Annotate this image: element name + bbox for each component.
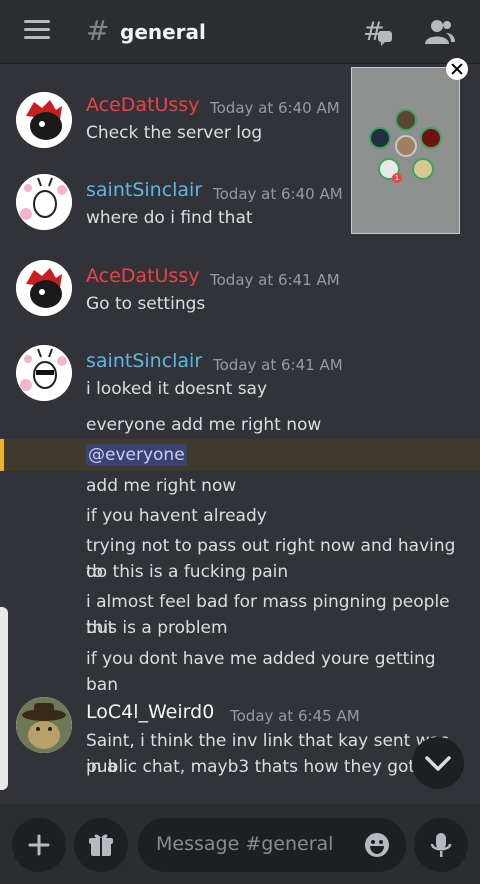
members-icon[interactable]: [424, 16, 456, 48]
gift-button[interactable]: [74, 818, 128, 872]
microphone-icon: [430, 833, 452, 857]
message-text: do this is a fucking pain: [86, 562, 289, 582]
voice-user-avatar[interactable]: [412, 158, 434, 180]
user-avatar[interactable]: [16, 260, 72, 316]
voice-user-avatar[interactable]: [395, 135, 417, 157]
mute-badge: 1: [392, 173, 402, 183]
message-text: if you havent already: [86, 506, 267, 526]
scroll-to-bottom-button[interactable]: [412, 737, 464, 789]
voice-user-avatar[interactable]: [420, 127, 442, 149]
message-username[interactable]: saintSinclair: [86, 350, 202, 372]
message-timestamp: Today at 6:40 AM: [213, 185, 343, 203]
message-input[interactable]: Message #general: [138, 818, 406, 872]
voice-overlay-popup[interactable]: 1: [351, 67, 460, 234]
gift-icon: [89, 834, 113, 856]
message-timestamp: Today at 6:40 AM: [210, 99, 340, 117]
message-timestamp: Today at 6:41 AM: [210, 271, 340, 289]
plus-icon: [28, 834, 50, 856]
user-avatar[interactable]: [16, 174, 72, 230]
voice-message-button[interactable]: [414, 818, 468, 872]
threads-icon[interactable]: #: [362, 16, 394, 48]
close-icon[interactable]: [446, 58, 468, 80]
message-timestamp: Today at 6:41 AM: [213, 356, 343, 374]
message-text: everyone add me right now: [86, 415, 322, 435]
chevron-down-icon: [425, 756, 451, 771]
message-username[interactable]: AceDatUssy: [86, 265, 199, 287]
channel-header: # general #: [0, 0, 480, 64]
everyone-mention[interactable]: @everyone: [86, 444, 187, 466]
message-text: this is a problem: [86, 618, 228, 638]
drawer-handle[interactable]: [0, 607, 8, 790]
channel-title[interactable]: general: [120, 20, 206, 44]
menu-icon[interactable]: [24, 20, 50, 40]
user-avatar[interactable]: [16, 92, 72, 148]
message-username[interactable]: AceDatUssy: [86, 94, 199, 116]
voice-user-avatar[interactable]: [369, 127, 391, 149]
add-attachment-button[interactable]: [12, 818, 66, 872]
message-timestamp: Today at 6:45 AM: [230, 707, 360, 725]
message-text: i looked it doesnt say: [86, 379, 268, 399]
mention-highlight-row: [0, 439, 480, 471]
message-username[interactable]: LoC4l_Weird0: [86, 701, 214, 723]
channel-hash-icon: #: [86, 14, 110, 47]
message-text: public chat, mayb3 thats how they got in: [86, 757, 437, 777]
message-text: Go to settings: [86, 294, 206, 314]
user-avatar[interactable]: [16, 697, 72, 753]
emoji-icon[interactable]: [364, 832, 390, 858]
user-avatar[interactable]: [16, 345, 72, 401]
voice-user-avatar[interactable]: [395, 109, 417, 131]
message-text: if you dont have me added youre getting …: [86, 649, 436, 695]
message-input-placeholder: Message #general: [156, 833, 334, 855]
message-username[interactable]: saintSinclair: [86, 179, 202, 201]
message-text: add me right now: [86, 476, 237, 496]
